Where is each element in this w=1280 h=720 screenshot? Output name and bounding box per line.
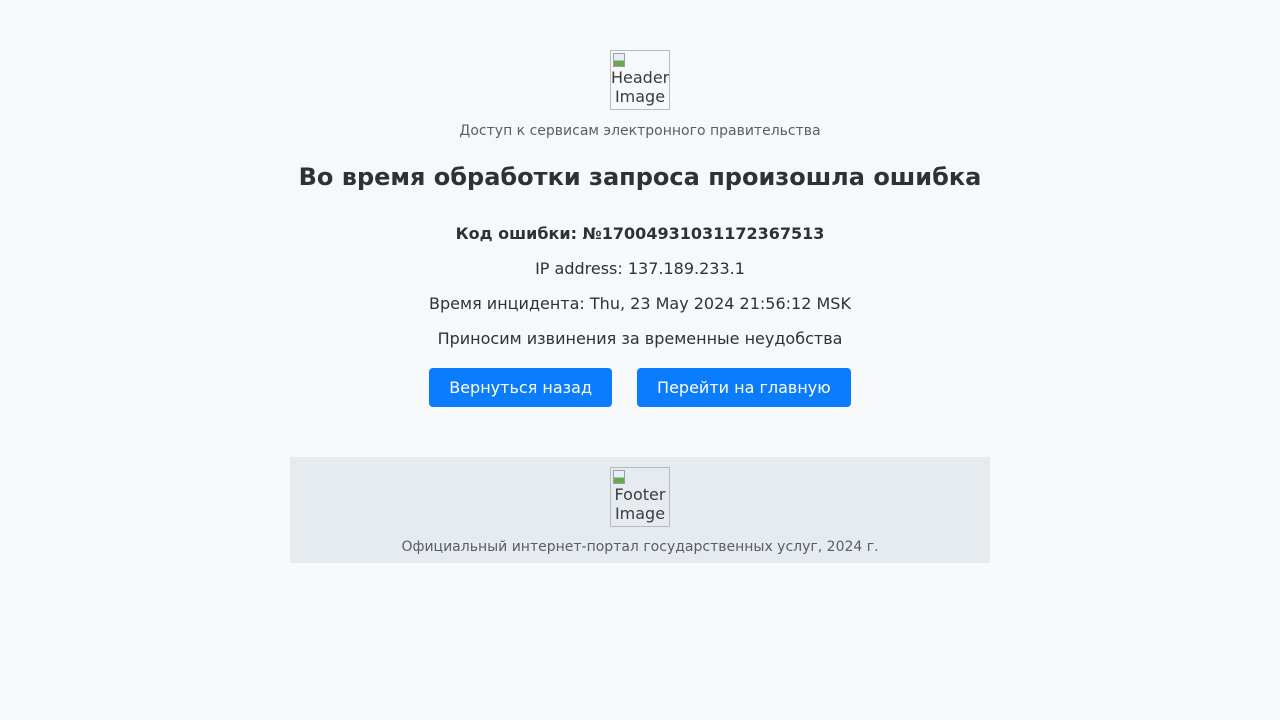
broken-image-icon <box>613 53 625 67</box>
page-title: Во время обработки запроса произошла оши… <box>298 163 982 191</box>
back-button[interactable]: Вернуться назад <box>429 368 613 407</box>
header: Header Image Доступ к сервисам электронн… <box>0 50 1280 139</box>
header-subtitle: Доступ к сервисам электронного правитель… <box>459 123 821 139</box>
ip-address: IP address: 137.189.233.1 <box>535 259 745 278</box>
home-button[interactable]: Перейти на главную <box>637 368 851 407</box>
footer-image: Footer Image <box>610 467 670 527</box>
error-code: Код ошибки: №17004931031172367513 <box>455 224 825 243</box>
footer: Footer Image Официальный интернет-портал… <box>290 457 990 563</box>
footer-text: Официальный интернет-портал государствен… <box>401 539 879 555</box>
apology-text: Приносим извинения за временные неудобст… <box>437 329 843 348</box>
action-buttons: Вернуться назад Перейти на главную <box>0 368 1280 407</box>
error-page: Header Image Доступ к сервисам электронн… <box>0 0 1280 720</box>
header-image: Header Image <box>610 50 670 110</box>
incident-time: Время инцидента: Thu, 23 May 2024 21:56:… <box>429 294 851 313</box>
broken-image-icon <box>613 470 625 484</box>
